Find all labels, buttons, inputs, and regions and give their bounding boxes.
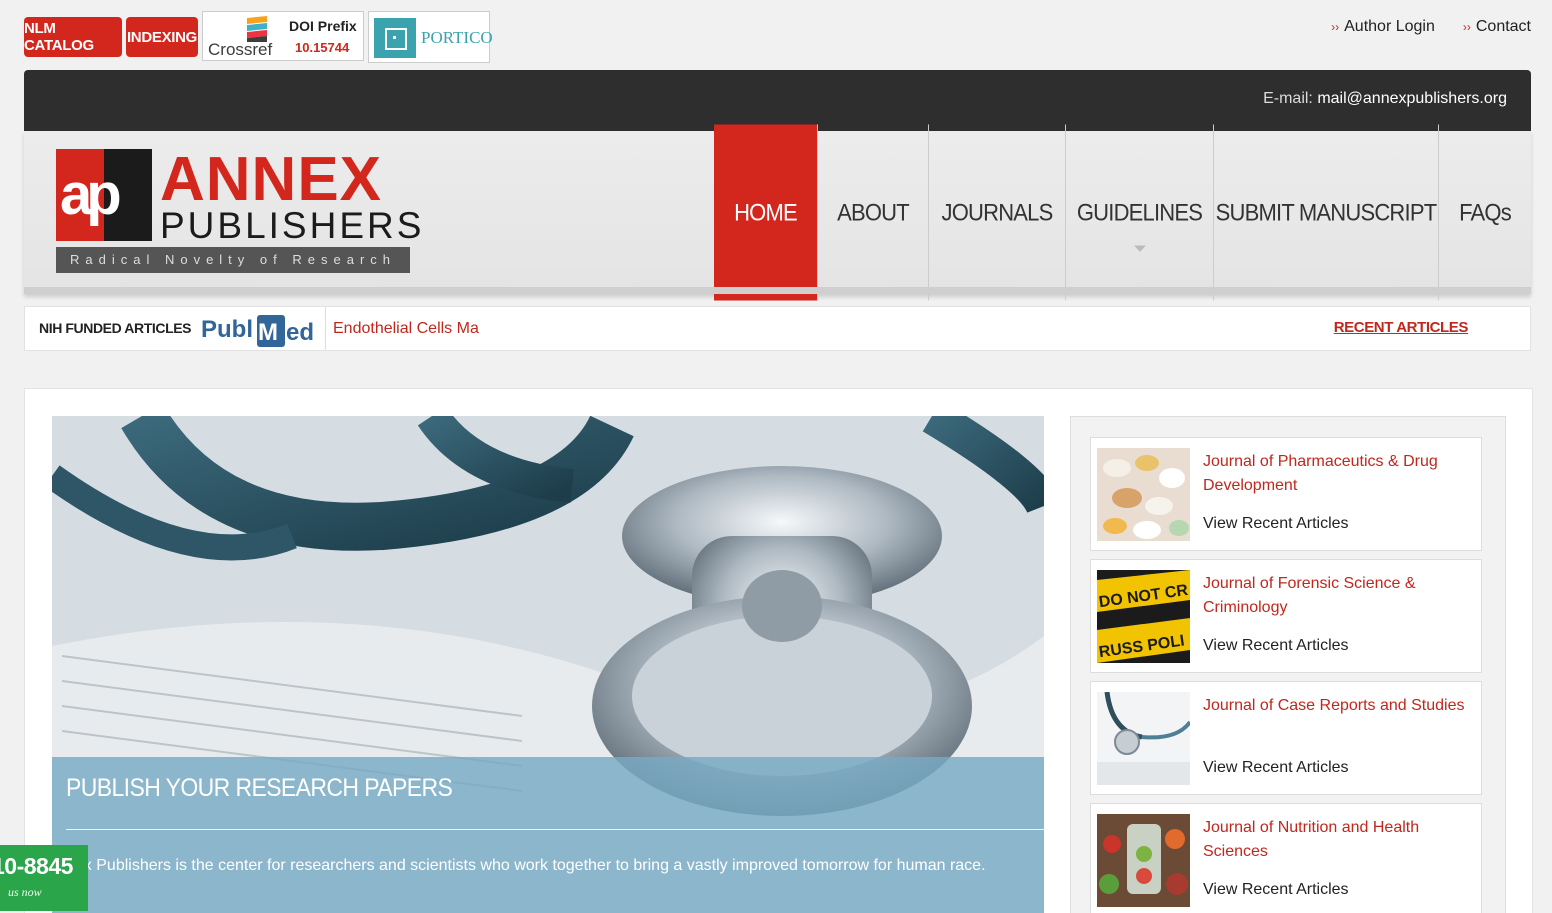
call-now-label: us now — [8, 885, 42, 899]
logo-mark-text: ap — [60, 162, 122, 227]
journal-thumbnail — [1097, 814, 1190, 907]
top-links: ›› Author Login ›› Contact — [1331, 18, 1531, 36]
phone-number: 10-8845 — [0, 853, 73, 879]
pubmed-logo-icon[interactable]: Publ M ed — [201, 309, 325, 349]
journal-title-link[interactable]: Journal of Nutrition and Health Sciences — [1203, 816, 1473, 864]
logo-mark: ap — [56, 149, 152, 241]
news-ticker: NIH FUNDED ARTICLES Publ M ed Endothelia… — [24, 306, 1531, 351]
portico-badge[interactable]: PORTICO — [368, 11, 493, 63]
recent-articles-link[interactable]: RECENT ARTICLES — [1334, 319, 1469, 336]
journal-thumbnail: DO NOT CR RUSS POLI — [1097, 570, 1190, 663]
chevron-right-icon: ›› — [1462, 20, 1471, 34]
ticker-news-link[interactable]: Endothelial Cells Ma — [333, 320, 479, 338]
nav-home[interactable]: HOME — [714, 124, 817, 301]
nav-faqs[interactable]: FAQs — [1438, 124, 1531, 301]
journal-thumbnail — [1097, 448, 1190, 541]
view-recent-articles-link[interactable]: View Recent Articles — [1203, 881, 1349, 899]
journal-card[interactable]: DO NOT CR RUSS POLI Journal of Forensic … — [1090, 559, 1482, 673]
nav-submit-manuscript[interactable]: SUBMIT MANUSCRIPT — [1213, 124, 1438, 301]
logo-tagline: Radical Novelty of Research — [56, 247, 410, 273]
top-bar: NLM CATALOG INDEXING Crossref DOI Prefix… — [0, 0, 1552, 68]
journal-thumbnail — [1097, 692, 1190, 785]
hero-divider — [66, 829, 1044, 830]
nav-guidelines[interactable]: GUIDELINES — [1065, 124, 1213, 301]
hero-body: nex Publishers is the center for researc… — [66, 857, 986, 874]
nav-journals[interactable]: JOURNALS — [928, 124, 1065, 301]
crossref-logo-icon — [247, 16, 267, 42]
crossref-label: Crossref — [208, 40, 273, 59]
journal-sidebar: Journal of Pharmaceutics & Drug Developm… — [1070, 416, 1506, 913]
portico-logo-icon — [374, 18, 416, 58]
header-bottom-rule — [24, 287, 1531, 294]
nlm-catalog-button[interactable]: NLM CATALOG — [24, 17, 122, 57]
email-label: E-mail: — [1263, 90, 1313, 107]
main-nav: HOME ABOUT JOURNALS GUIDELINES SUBMIT MA… — [714, 124, 1531, 301]
site-logo[interactable]: ap ANNEX PUBLISHERS Radical Novelty of R… — [56, 145, 421, 273]
author-login-link[interactable]: ›› Author Login — [1331, 18, 1435, 36]
journal-card[interactable]: Journal of Case Reports and Studies View… — [1090, 681, 1482, 795]
ticker-separator — [325, 307, 326, 350]
nav-about[interactable]: ABOUT — [817, 124, 928, 301]
main-content: PUBLISH YOUR RESEARCH PAPERS nex Publish… — [24, 388, 1533, 913]
view-recent-articles-link[interactable]: View Recent Articles — [1203, 637, 1349, 655]
svg-text:ed: ed — [286, 319, 314, 346]
journal-title-link[interactable]: Journal of Case Reports and Studies — [1203, 694, 1473, 718]
contact-label: Contact — [1475, 18, 1531, 35]
view-recent-articles-link[interactable]: View Recent Articles — [1203, 759, 1349, 777]
journal-title-link[interactable]: Journal of Pharmaceutics & Drug Developm… — [1203, 450, 1473, 498]
chevron-right-icon: ›› — [1331, 20, 1340, 34]
journal-card[interactable]: Journal of Nutrition and Health Sciences… — [1090, 803, 1482, 913]
email-link[interactable]: mail@annexpublishers.org — [1317, 90, 1507, 107]
doi-prefix-value: 10.15744 — [295, 40, 350, 55]
portico-label: PORTICO — [421, 28, 493, 47]
email-contact: E-mail: mail@annexpublishers.org — [1263, 90, 1507, 108]
nih-funded-label: NIH FUNDED ARTICLES — [39, 320, 192, 336]
indexing-button[interactable]: INDEXING — [126, 17, 198, 57]
svg-text:M: M — [258, 319, 278, 346]
caret-down-icon — [1133, 245, 1146, 252]
view-recent-articles-link[interactable]: View Recent Articles — [1203, 515, 1349, 533]
author-login-label: Author Login — [1344, 18, 1435, 35]
hero-caption: PUBLISH YOUR RESEARCH PAPERS nex Publish… — [52, 757, 1044, 913]
logo-subname: PUBLISHERS — [160, 205, 425, 246]
nav-guidelines-label: GUIDELINES — [1076, 198, 1203, 226]
crossref-doi-badge[interactable]: Crossref DOI Prefix 10.15744 — [202, 11, 364, 61]
hero-title: PUBLISH YOUR RESEARCH PAPERS — [66, 773, 453, 802]
doi-prefix-label: DOI Prefix — [289, 18, 357, 34]
hero-slider[interactable]: PUBLISH YOUR RESEARCH PAPERS nex Publish… — [52, 416, 1044, 913]
main-header: ap ANNEX PUBLISHERS Radical Novelty of R… — [24, 124, 1531, 301]
header-contact-band: E-mail: mail@annexpublishers.org — [24, 70, 1531, 132]
call-now-widget[interactable]: 10-8845 us now — [0, 845, 88, 911]
journal-card[interactable]: Journal of Pharmaceutics & Drug Developm… — [1090, 437, 1482, 551]
journal-title-link[interactable]: Journal of Forensic Science & Criminolog… — [1203, 572, 1473, 620]
contact-link[interactable]: ›› Contact — [1463, 18, 1531, 36]
svg-text:Publ: Publ — [201, 316, 253, 343]
